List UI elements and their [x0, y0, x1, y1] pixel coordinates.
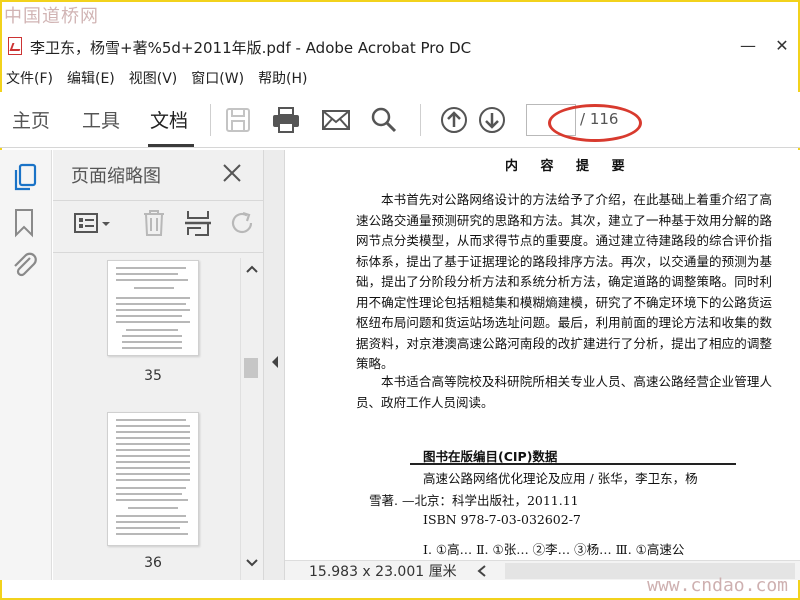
document-view: 内 容 提 要 本书首先对公路网络设计的方法给予了介绍，在此基础上着重介绍了高速… — [285, 150, 800, 560]
rotate-page-icon[interactable] — [228, 208, 256, 238]
scrollbar-thumb[interactable] — [244, 358, 258, 378]
page-size-label: 15.983 x 23.001 厘米 — [309, 564, 457, 580]
menu-file[interactable]: 文件(F) — [0, 66, 61, 90]
thumbnail-panel-title: 页面缩略图 — [71, 166, 161, 187]
active-tab-indicator — [148, 144, 194, 147]
title-bar: 李卫东，杨雪+著%5d+2011年版.pdf - Adobe Acrobat P… — [0, 30, 800, 62]
document-paragraph: 本书适合高等院校及科研院所相关专业人员、高速公路经营企业管理人员、政府工作人员阅… — [356, 374, 772, 410]
menu-help[interactable]: 帮助(H) — [252, 66, 315, 90]
cip-rule — [410, 463, 736, 465]
attachment-icon[interactable] — [10, 250, 38, 280]
window-title: 李卫东，杨雪+著%5d+2011年版.pdf - Adobe Acrobat P… — [30, 39, 472, 57]
scroll-up-icon[interactable] — [245, 264, 259, 274]
minimize-button[interactable]: — — [736, 34, 760, 58]
cip-line: 高速公路网络优化理论及应用 / 张华，李卫东，杨 — [423, 471, 698, 486]
cip-line: 雪著. —北京：科学出版社，2011.11 — [369, 493, 579, 508]
panel-divider — [53, 252, 263, 253]
panel-splitter[interactable] — [263, 150, 285, 580]
document-heading: 内 容 提 要 — [505, 159, 634, 174]
menu-view[interactable]: 视图(V) — [123, 66, 186, 90]
page-thumbnails-icon[interactable] — [10, 162, 40, 194]
tab-tools[interactable]: 工具 — [82, 106, 120, 133]
delete-page-icon[interactable] — [141, 208, 167, 238]
thumbnail-page-number: 35 — [144, 368, 162, 384]
thumbnail-scrollbar[interactable] — [240, 258, 262, 580]
page-up-icon[interactable] — [438, 104, 470, 136]
menu-bar: 文件(F) 编辑(E) 视图(V) 窗口(W) 帮助(H) — [0, 66, 800, 90]
highlight-annotation-ellipse — [548, 104, 642, 142]
email-icon[interactable] — [320, 104, 352, 136]
save-icon[interactable] — [222, 104, 254, 136]
scroll-left-icon[interactable] — [477, 565, 487, 577]
watermark-bottom: www.cndao.com — [647, 575, 788, 596]
extract-page-icon[interactable] — [183, 208, 213, 238]
close-window-button[interactable]: ✕ — [770, 34, 794, 58]
toolbar: 主页 工具 文档 / 116 — [0, 92, 800, 148]
cip-line: Ⅰ. ①高… Ⅱ. ①张… ②李… ③杨… Ⅲ. ①高速公 — [423, 542, 685, 557]
thumbnail-page-number: 36 — [144, 555, 162, 571]
scroll-down-icon[interactable] — [245, 558, 259, 568]
tab-document[interactable]: 文档 — [150, 106, 188, 133]
close-panel-icon[interactable] — [221, 162, 243, 184]
menu-window[interactable]: 窗口(W) — [185, 66, 252, 90]
tab-home[interactable]: 主页 — [12, 106, 50, 133]
page-down-icon[interactable] — [476, 104, 508, 136]
thumbnail-options-icon[interactable] — [73, 210, 113, 238]
search-icon[interactable] — [368, 104, 400, 136]
pdf-file-icon — [8, 37, 22, 55]
watermark-top: 中国道桥网 — [4, 6, 99, 27]
toolbar-divider — [420, 104, 421, 136]
toolbar-divider — [210, 104, 211, 136]
document-paragraph: 本书首先对公路网络设计的方法给予了介绍，在此基础上着重介绍了高速公路交通量预测研… — [356, 192, 772, 371]
page-thumbnail-36[interactable] — [107, 412, 199, 546]
cip-line: ISBN 978-7-03-032602-7 — [423, 512, 581, 527]
menu-edit[interactable]: 编辑(E) — [61, 66, 123, 90]
page-thumbnail-35[interactable] — [107, 260, 199, 356]
thumbnail-panel: 页面缩略图 35 36 — [53, 150, 263, 580]
bookmark-icon[interactable] — [12, 208, 36, 238]
collapse-panel-icon[interactable] — [270, 355, 280, 369]
print-icon[interactable] — [270, 104, 302, 136]
left-navigation-rail — [0, 150, 52, 580]
panel-divider — [53, 200, 263, 201]
